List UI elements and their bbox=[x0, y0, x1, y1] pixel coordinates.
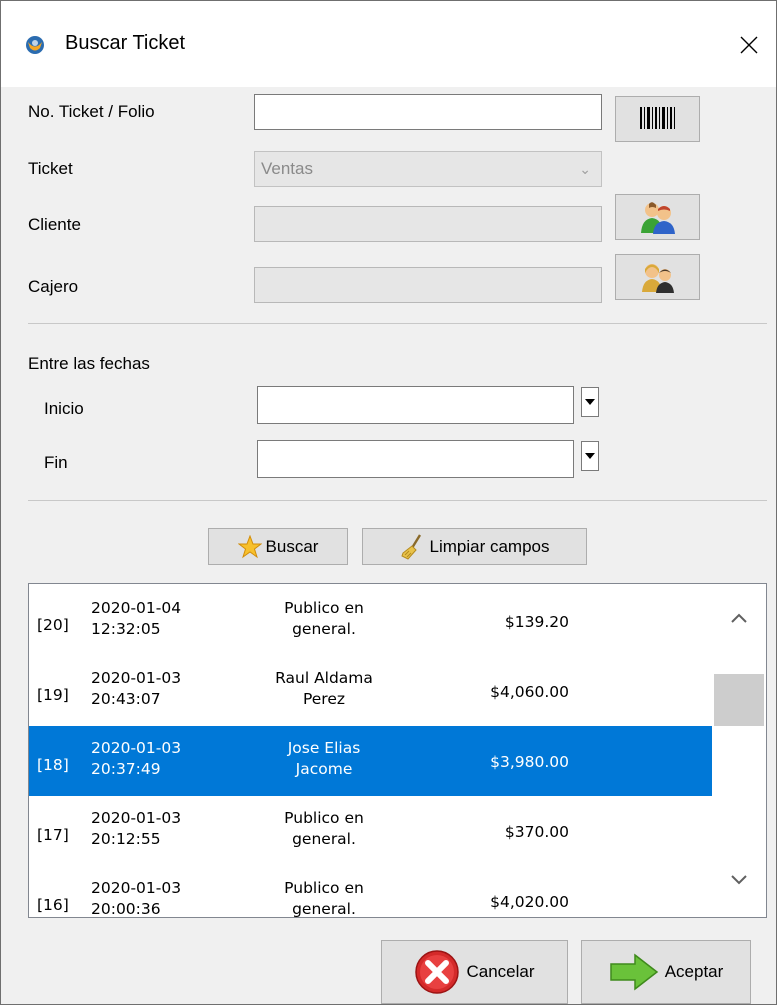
ticket-time: 20:12:55 bbox=[91, 830, 161, 848]
separator bbox=[28, 500, 767, 501]
client-line-2: general. bbox=[292, 620, 356, 638]
close-button[interactable] bbox=[731, 27, 767, 63]
fin-dropdown-button[interactable] bbox=[581, 441, 599, 471]
ticket-folio-input[interactable] bbox=[254, 94, 602, 130]
separator bbox=[28, 323, 767, 324]
ticket-amount: $139.20 bbox=[504, 613, 569, 631]
close-icon bbox=[740, 36, 758, 54]
ticket-label: Ticket bbox=[28, 159, 73, 178]
ticket-number: [18] bbox=[37, 756, 69, 774]
inicio-date-input[interactable] bbox=[257, 386, 574, 424]
client-line-1: Jose Elias bbox=[287, 739, 361, 757]
fin-label: Fin bbox=[44, 453, 68, 472]
dropdown-arrow-icon bbox=[585, 453, 595, 459]
cancel-icon bbox=[415, 950, 460, 994]
ticket-number: [17] bbox=[37, 826, 69, 844]
cashier-icon bbox=[641, 264, 674, 293]
barcode-icon bbox=[639, 107, 675, 129]
client-line-1: Publico en bbox=[284, 879, 364, 897]
inicio-label: Inicio bbox=[44, 399, 84, 418]
barcode-button[interactable] bbox=[615, 96, 700, 142]
arrow-right-icon bbox=[609, 953, 658, 991]
cliente-label: Cliente bbox=[28, 215, 81, 234]
ticket-number: [20] bbox=[37, 616, 69, 634]
ticket-date: 2020-01-04 bbox=[91, 599, 182, 617]
scroll-down-button[interactable] bbox=[712, 860, 766, 900]
ticket-date: 2020-01-03 bbox=[91, 879, 182, 897]
date-range-label: Entre las fechas bbox=[28, 354, 150, 373]
cliente-input[interactable] bbox=[254, 206, 602, 242]
ticket-type-value: Ventas bbox=[261, 159, 313, 178]
list-item[interactable]: [16] 2020-01-03 20:00:36 Publico en gene… bbox=[29, 866, 712, 918]
scroll-down-icon bbox=[731, 875, 747, 885]
window-title: Buscar Ticket bbox=[65, 32, 186, 54]
star-icon bbox=[237, 534, 262, 558]
ticket-amount: $3,980.00 bbox=[490, 753, 569, 771]
client-line-1: Raul Aldama bbox=[275, 669, 373, 687]
buscar-ticket-dialog: Buscar Ticket No. Ticket / Folio Ticket … bbox=[0, 0, 777, 1005]
cancelar-button[interactable]: Cancelar bbox=[381, 940, 568, 1004]
ticket-type-select[interactable]: Ventas ⌄ bbox=[254, 151, 602, 187]
app-icon bbox=[26, 36, 44, 54]
ticket-folio-label: No. Ticket / Folio bbox=[28, 102, 155, 121]
select-cashier-button[interactable] bbox=[615, 254, 700, 300]
ticket-time: 12:32:05 bbox=[91, 620, 161, 638]
ticket-client: Publico en general. bbox=[249, 878, 399, 918]
cajero-label: Cajero bbox=[28, 277, 79, 296]
client-line-2: general. bbox=[292, 900, 356, 918]
client-line-1: Publico en bbox=[284, 599, 364, 617]
ticket-time: 20:37:49 bbox=[91, 760, 161, 778]
inicio-dropdown-button[interactable] bbox=[581, 387, 599, 417]
ticket-datetime: 2020-01-03 20:37:49 bbox=[91, 738, 181, 780]
select-client-button[interactable] bbox=[615, 194, 700, 240]
ticket-date: 2020-01-03 bbox=[91, 669, 182, 687]
ticket-results-list[interactable]: [20] 2020-01-04 12:32:05 Publico en gene… bbox=[28, 583, 767, 918]
ticket-time: 20:00:36 bbox=[91, 900, 161, 918]
ticket-datetime: 2020-01-03 20:00:36 bbox=[91, 878, 182, 918]
limpiar-campos-button[interactable]: Limpiar campos bbox=[362, 528, 587, 565]
ticket-client: Raul Aldama Perez bbox=[249, 668, 399, 710]
ticket-amount: $4,060.00 bbox=[490, 683, 569, 701]
scroll-thumb[interactable] bbox=[714, 674, 764, 726]
title-bar: Buscar Ticket bbox=[1, 1, 776, 87]
vertical-scrollbar[interactable] bbox=[712, 584, 766, 917]
ticket-client: Jose Elias Jacome bbox=[249, 738, 399, 780]
ticket-client: Publico en general. bbox=[249, 598, 399, 640]
client-line-1: Publico en bbox=[284, 809, 364, 827]
list-item-selected[interactable]: [18] 2020-01-03 20:37:49 Jose Elias Jaco… bbox=[29, 726, 712, 796]
limpiar-label: Limpiar campos bbox=[429, 536, 550, 556]
dropdown-arrow-icon bbox=[585, 399, 595, 405]
ticket-datetime: 2020-01-04 12:32:05 bbox=[91, 598, 181, 640]
aceptar-button[interactable]: Aceptar bbox=[581, 940, 751, 1004]
chevron-down-icon: ⌄ bbox=[579, 161, 591, 177]
list-item[interactable]: [17] 2020-01-03 20:12:55 Publico en gene… bbox=[29, 796, 712, 866]
ticket-time: 20:43:07 bbox=[91, 690, 161, 708]
buscar-label: Buscar bbox=[265, 536, 319, 556]
ticket-client: Publico en general. bbox=[249, 808, 399, 850]
list-item[interactable]: [20] 2020-01-04 12:32:05 Publico en gene… bbox=[29, 586, 712, 656]
client-line-2: Jacome bbox=[295, 760, 353, 778]
list-item[interactable]: [19] 2020-01-03 20:43:07 Raul Aldama Per… bbox=[29, 656, 712, 726]
client-line-2: Perez bbox=[302, 690, 346, 708]
aceptar-label: Aceptar bbox=[664, 962, 724, 981]
ticket-datetime: 2020-01-03 20:43:07 bbox=[91, 668, 181, 710]
ticket-amount: $370.00 bbox=[504, 823, 569, 841]
ticket-datetime: 2020-01-03 20:12:55 bbox=[91, 808, 181, 850]
scroll-up-button[interactable] bbox=[712, 598, 766, 638]
buscar-button[interactable]: Buscar bbox=[208, 528, 348, 565]
clients-icon bbox=[640, 202, 675, 234]
cajero-input[interactable] bbox=[254, 267, 602, 303]
ticket-number: [19] bbox=[37, 686, 69, 704]
fin-date-input[interactable] bbox=[257, 440, 574, 478]
broom-icon bbox=[400, 533, 421, 560]
ticket-date: 2020-01-03 bbox=[91, 809, 182, 827]
ticket-number: [16] bbox=[37, 896, 69, 914]
scroll-up-icon bbox=[731, 613, 747, 623]
cancelar-label: Cancelar bbox=[466, 962, 535, 981]
ticket-amount: $4,020.00 bbox=[490, 893, 569, 911]
ticket-date: 2020-01-03 bbox=[91, 739, 182, 757]
client-line-2: general. bbox=[292, 830, 356, 848]
